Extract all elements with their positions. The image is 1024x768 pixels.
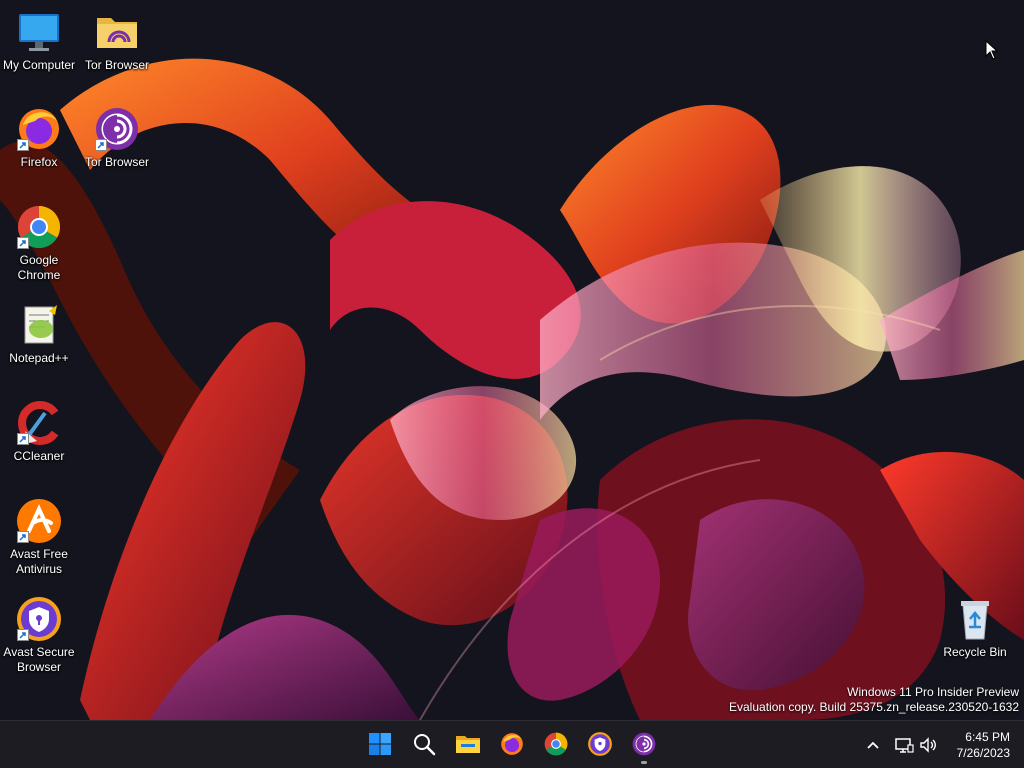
shortcut-arrow-icon	[17, 139, 29, 151]
icon-label: Firefox	[20, 155, 58, 169]
icon-label: CCleaner	[13, 449, 65, 463]
desktop-icon-firefox[interactable]: Firefox	[0, 105, 78, 170]
shortcut-arrow-icon	[17, 237, 29, 249]
taskbar-chrome[interactable]	[541, 729, 571, 759]
search-icon	[414, 734, 436, 756]
desktop-icon-my-computer[interactable]: My Computer	[0, 8, 78, 73]
clock-time: 6:45 PM	[965, 730, 1010, 744]
network-icon[interactable]	[894, 735, 914, 755]
icon-label: Tor Browser	[84, 58, 149, 72]
avast-browser-icon	[15, 595, 63, 643]
taskbar-firefox[interactable]	[497, 729, 527, 759]
icon-label: Avast Free Antivirus	[10, 547, 68, 576]
icon-label: Avast Secure Browser	[3, 645, 75, 674]
icon-label: Google Chrome	[17, 253, 61, 282]
shortcut-arrow-icon	[17, 433, 29, 445]
running-indicator	[641, 761, 647, 764]
tor-folder-icon	[93, 8, 141, 56]
clock-date: 7/26/2023	[956, 746, 1010, 760]
file-explorer-icon	[456, 736, 480, 753]
desktop-icon-recycle-bin[interactable]: Recycle Bin	[936, 595, 1014, 660]
desktop-icon-notepad-plus-plus[interactable]: Notepad++	[0, 301, 78, 366]
volume-icon[interactable]	[918, 735, 938, 755]
shortcut-arrow-icon	[95, 139, 107, 151]
firefox-icon	[501, 733, 523, 755]
taskbar-avast-secure-browser[interactable]	[585, 729, 615, 759]
desktop-icon-avast-secure-browser[interactable]: Avast Secure Browser	[0, 595, 78, 675]
desktop-icon-tor-folder[interactable]: Tor Browser	[78, 8, 156, 73]
icon-label: Recycle Bin	[943, 645, 1007, 659]
tor-browser-icon	[632, 732, 656, 756]
monitor-icon	[15, 8, 63, 56]
chrome-icon	[15, 203, 63, 251]
icon-label: My Computer	[2, 58, 76, 72]
desktop-icon-avast-free-antivirus[interactable]: Avast Free Antivirus	[0, 497, 78, 577]
search-button[interactable]	[409, 729, 439, 759]
clock[interactable]: 6:45 PM 7/26/2023	[957, 729, 1010, 761]
recycle-bin-icon	[951, 595, 999, 643]
icon-label: Notepad++	[9, 351, 69, 365]
mouse-cursor-icon	[985, 40, 999, 60]
taskbar-tor-browser[interactable]	[629, 729, 659, 764]
ccleaner-icon	[15, 399, 63, 447]
shortcut-arrow-icon	[17, 531, 29, 543]
notepadpp-icon	[15, 301, 63, 349]
icon-label: Tor Browser	[84, 155, 149, 169]
avast-browser-icon	[588, 732, 612, 756]
taskbar-file-explorer[interactable]	[453, 729, 483, 759]
watermark-edition: Windows 11 Pro Insider Preview	[847, 685, 1019, 699]
taskbar: 6:45 PM 7/26/2023	[0, 720, 1024, 768]
shortcut-arrow-icon	[17, 629, 29, 641]
watermark-build: Evaluation copy. Build 25375.zn_release.…	[729, 700, 1019, 714]
avast-antivirus-icon	[15, 497, 63, 545]
chevron-up-icon[interactable]	[863, 735, 883, 755]
desktop-icon-ccleaner[interactable]: CCleaner	[0, 399, 78, 464]
start-icon	[369, 733, 391, 755]
start-button[interactable]	[365, 729, 395, 759]
desktop[interactable]: My Computer Tor Browser Firefox Tor Brow…	[0, 0, 1024, 720]
desktop-icon-google-chrome[interactable]: Google Chrome	[0, 203, 78, 283]
tor-browser-icon	[93, 105, 141, 153]
windows-watermark: Windows 11 Pro Insider Preview Evaluatio…	[729, 685, 1019, 715]
desktop-icon-tor-browser[interactable]: Tor Browser	[78, 105, 156, 170]
firefox-icon	[15, 105, 63, 153]
chrome-icon	[544, 732, 568, 756]
